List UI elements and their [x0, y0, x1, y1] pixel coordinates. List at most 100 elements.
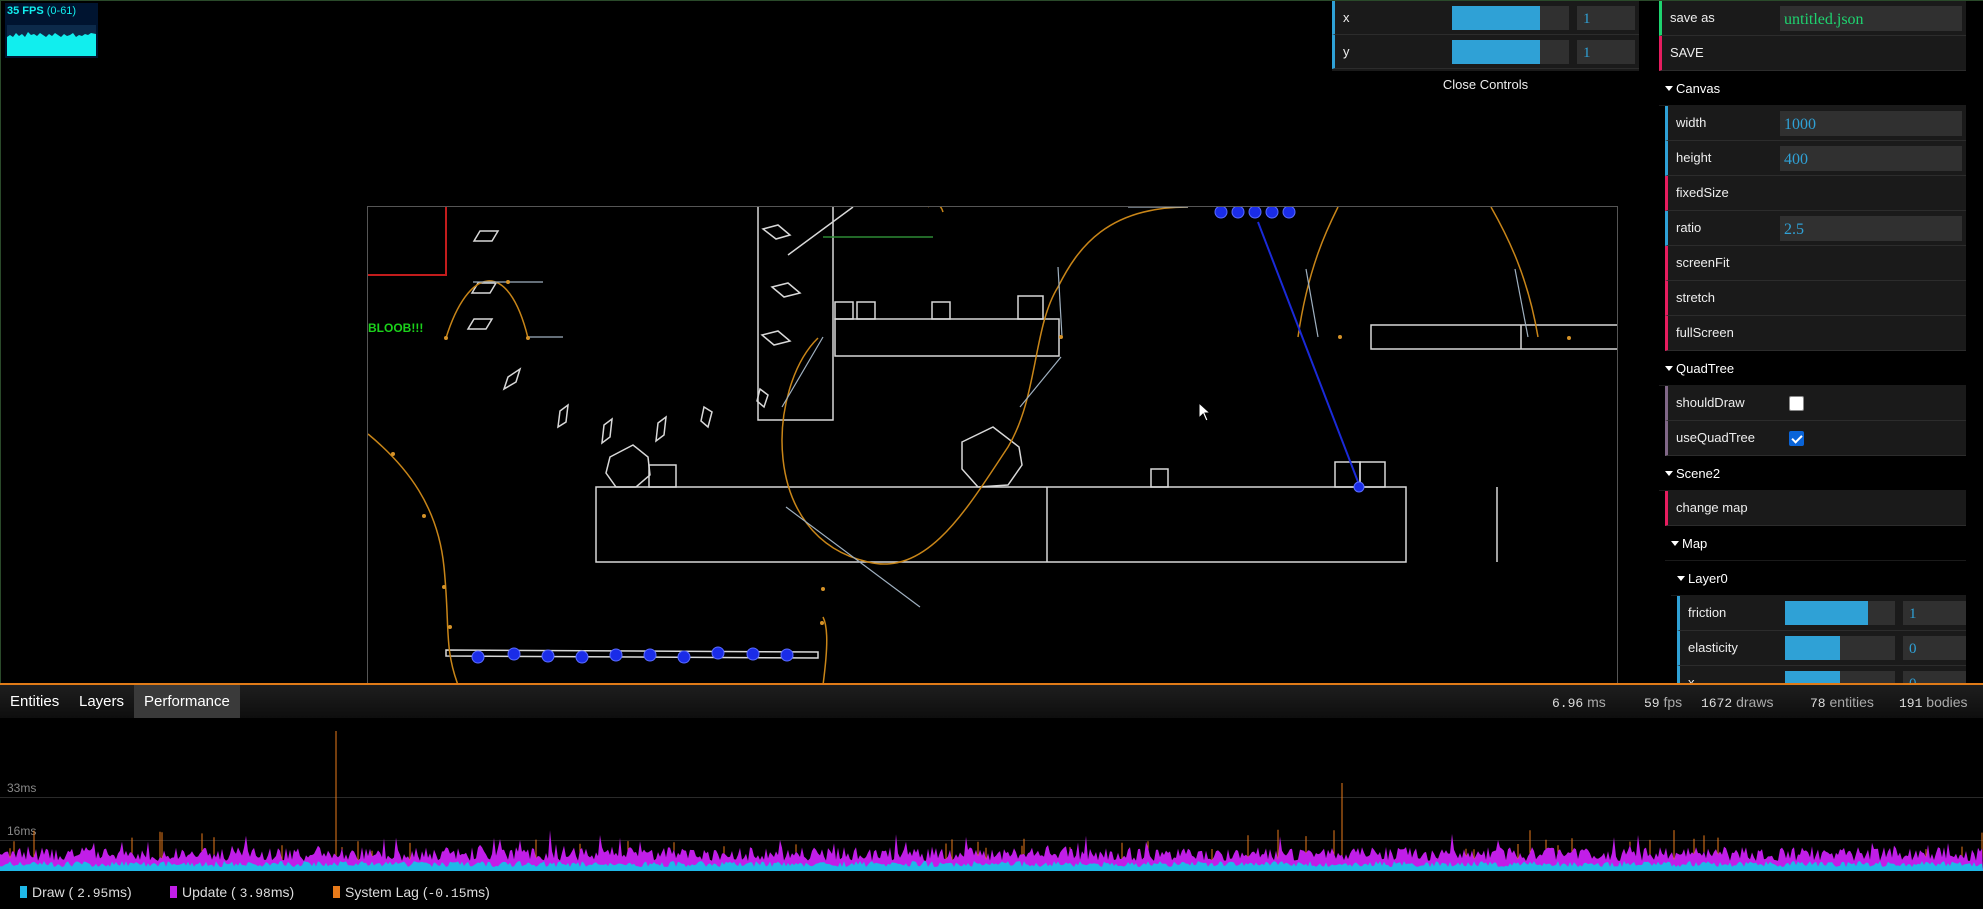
- control-y-input[interactable]: 1: [1577, 40, 1635, 64]
- legend-lag-swatch: [333, 886, 340, 898]
- control-x-input[interactable]: 1: [1577, 6, 1635, 30]
- tab-performance[interactable]: Performance: [134, 685, 240, 718]
- mouse-cursor-icon: [1198, 402, 1212, 422]
- folder-quadtree[interactable]: QuadTree: [1659, 351, 1966, 386]
- friction-slider-fill: [1785, 601, 1868, 625]
- folder-scene-title: Scene2: [1676, 466, 1721, 481]
- control-x-label: x: [1343, 10, 1350, 25]
- control-y-slider-fill: [1452, 40, 1540, 64]
- chevron-down-icon: [1665, 471, 1673, 476]
- change-map-button[interactable]: change map: [1665, 491, 1966, 526]
- stat-entities-unit: entities: [1829, 694, 1874, 710]
- legend-lag: System Lag (-0.15ms): [333, 884, 490, 901]
- folder-layer0[interactable]: Layer0: [1671, 561, 1966, 596]
- legend-update-label: Update (: [182, 884, 236, 900]
- canvas-width-label: width: [1676, 115, 1707, 130]
- save-as-input[interactable]: untitled.json: [1780, 6, 1962, 31]
- bloob-label: BLOOB!!!: [368, 321, 424, 335]
- fps-label: 35 FPS (0-61): [7, 5, 76, 17]
- stat-bodies: 191 bodies: [1899, 694, 1968, 711]
- elasticity-slider-fill: [1785, 636, 1840, 660]
- legend-draw: Draw ( 2.95ms): [20, 884, 132, 901]
- chevron-down-icon: [1665, 86, 1673, 91]
- tab-entities[interactable]: Entities: [0, 685, 69, 718]
- stat-fps-value: 59: [1644, 696, 1660, 711]
- fixed-size-button[interactable]: fixedSize: [1665, 176, 1966, 211]
- screen-fit-button[interactable]: screenFit: [1665, 246, 1966, 281]
- folder-quadtree-title: QuadTree: [1676, 361, 1735, 376]
- stat-fps: 59 fps: [1644, 694, 1682, 711]
- stat-bodies-value: 191: [1899, 696, 1923, 711]
- stat-entities-value: 78: [1810, 696, 1826, 711]
- game-scene: [368, 207, 1617, 683]
- folder-scene[interactable]: Scene2: [1659, 456, 1966, 491]
- partial-row: x 0: [1677, 666, 1966, 684]
- canvas-width-row: width 1000: [1665, 106, 1966, 141]
- stat-ms: 6.96 ms: [1552, 694, 1606, 711]
- chevron-down-icon: [1677, 576, 1685, 581]
- legend-lag-unit: ms): [466, 884, 490, 900]
- full-screen-button[interactable]: fullScreen: [1665, 316, 1966, 351]
- game-canvas[interactable]: BLOOB!!!: [367, 206, 1618, 684]
- chevron-down-icon: [1665, 366, 1673, 371]
- fps-range: (0-61): [46, 5, 77, 17]
- debug-panel: Entities Layers Performance 6.96 ms 59 f…: [0, 683, 1983, 909]
- canvas-width-input[interactable]: 1000: [1780, 111, 1962, 136]
- game-viewport[interactable]: 35 FPS (0-61) BLOOB!!! x 1 y 1 Close Con…: [0, 0, 1983, 684]
- control-x-slider[interactable]: [1452, 6, 1569, 30]
- folder-canvas-title: Canvas: [1676, 81, 1721, 96]
- change-map-label: change map: [1676, 500, 1748, 515]
- use-quadtree-checkbox[interactable]: [1789, 431, 1804, 446]
- should-draw-checkbox[interactable]: [1789, 396, 1804, 411]
- control-x-row: x 1: [1332, 1, 1639, 35]
- legend-lag-label: System Lag (: [345, 884, 428, 900]
- canvas-ratio-input[interactable]: 2.5: [1780, 216, 1962, 241]
- stat-entities: 78 entities: [1810, 694, 1874, 711]
- tab-layers[interactable]: Layers: [69, 685, 134, 718]
- control-y-slider[interactable]: [1452, 40, 1569, 64]
- canvas-height-label: height: [1676, 150, 1712, 165]
- canvas-height-input[interactable]: 400: [1780, 146, 1962, 171]
- canvas-height-row: height 400: [1665, 141, 1966, 176]
- elasticity-slider[interactable]: [1785, 636, 1895, 660]
- friction-input[interactable]: 1: [1903, 601, 1966, 625]
- use-quadtree-label: useQuadTree: [1676, 430, 1756, 445]
- screen-fit-label: screenFit: [1676, 255, 1730, 270]
- should-draw-row: shouldDraw: [1665, 386, 1966, 421]
- legend-draw-swatch: [20, 886, 27, 898]
- close-controls-button[interactable]: Close Controls: [1332, 71, 1639, 99]
- stat-draws: 1672 draws: [1701, 694, 1773, 711]
- folder-canvas[interactable]: Canvas: [1659, 71, 1966, 106]
- performance-graph: [0, 731, 1983, 871]
- legend-update-value: 3.98: [239, 886, 271, 901]
- should-draw-label: shouldDraw: [1676, 395, 1745, 410]
- settings-panel: save as untitled.json SAVE Canvas width …: [1659, 1, 1966, 684]
- save-as-label: save as: [1670, 10, 1715, 25]
- friction-slider[interactable]: [1785, 601, 1895, 625]
- elasticity-row: elasticity 0: [1677, 631, 1966, 666]
- fps-graph-bars: [7, 32, 96, 56]
- control-x-slider-fill: [1452, 6, 1540, 30]
- chevron-down-icon: [1671, 541, 1679, 546]
- save-label: SAVE: [1670, 45, 1704, 60]
- fps-meter[interactable]: 35 FPS (0-61): [5, 3, 98, 58]
- control-y-label: y: [1343, 44, 1350, 59]
- elasticity-label: elasticity: [1688, 640, 1738, 655]
- stat-bodies-unit: bodies: [1926, 694, 1968, 710]
- folder-map-title: Map: [1682, 536, 1708, 551]
- save-button[interactable]: SAVE: [1659, 36, 1966, 71]
- controls-panel: x 1 y 1 Close Controls: [1332, 1, 1639, 99]
- fps-value: 35 FPS: [7, 5, 44, 17]
- elasticity-input[interactable]: 0: [1903, 636, 1966, 660]
- stretch-button[interactable]: stretch: [1665, 281, 1966, 316]
- save-as-row: save as untitled.json: [1659, 1, 1966, 36]
- friction-row: friction 1: [1677, 596, 1966, 631]
- stat-draws-unit: draws: [1736, 694, 1774, 710]
- control-y-row: y 1: [1332, 35, 1639, 69]
- full-screen-label: fullScreen: [1676, 325, 1734, 340]
- canvas-ratio-row: ratio 2.5: [1665, 211, 1966, 246]
- stat-ms-unit: ms: [1587, 694, 1606, 710]
- legend-draw-unit: ms): [108, 884, 132, 900]
- folder-map[interactable]: Map: [1665, 526, 1966, 561]
- debug-panel-header: Entities Layers Performance 6.96 ms 59 f…: [0, 685, 1983, 718]
